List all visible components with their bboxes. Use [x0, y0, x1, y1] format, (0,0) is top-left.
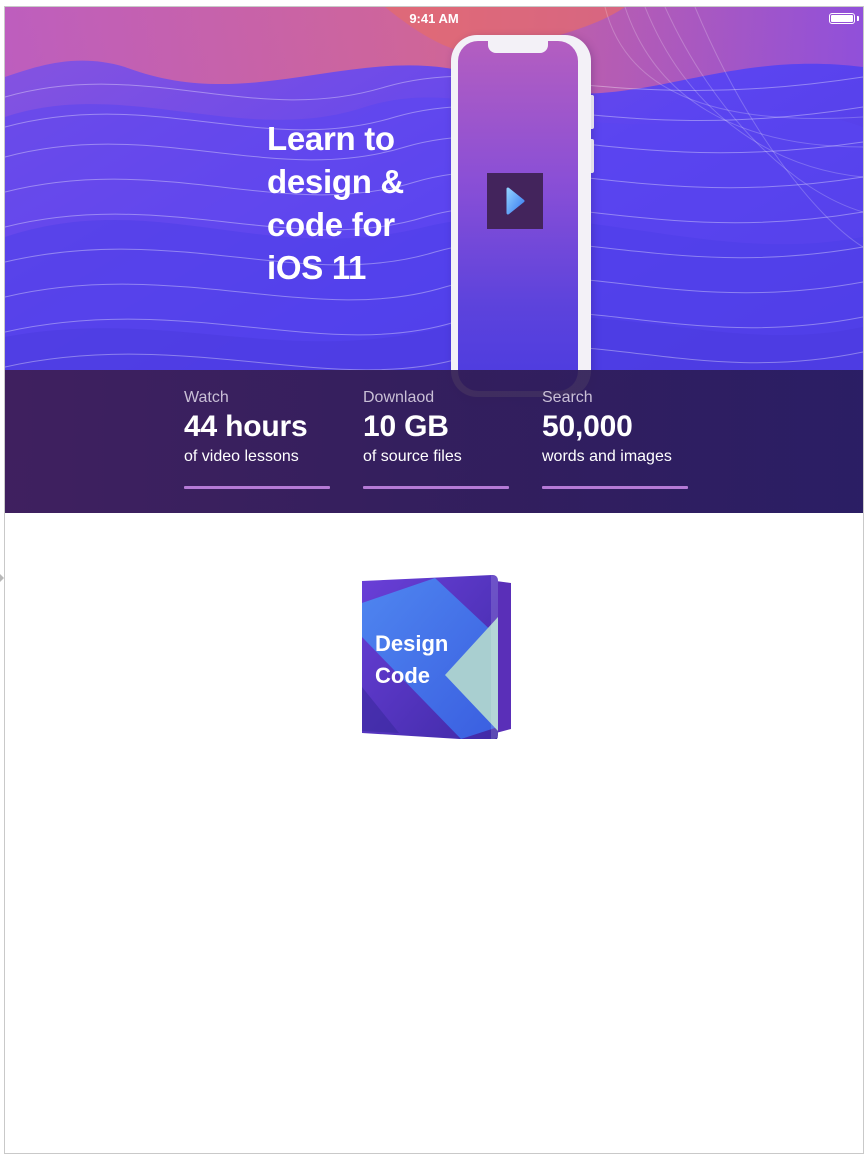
edge-marker-icon — [0, 574, 4, 582]
stat-underline — [363, 486, 509, 489]
stats-bar: Watch 44 hours of video lessons Downlaod… — [5, 370, 863, 513]
hero-headline: Learn to design & code for iOS 11 — [267, 117, 467, 289]
play-video-button[interactable] — [487, 173, 543, 229]
phone-notch — [488, 41, 548, 53]
headline-line: iOS 11 — [267, 249, 367, 286]
stat-value: 44 hours — [184, 410, 308, 443]
status-time: 9:41 AM — [409, 11, 459, 26]
stat-description: words and images — [542, 448, 672, 465]
stat-value: 50,000 — [542, 410, 633, 443]
battery-icon — [829, 13, 855, 24]
design-code-book-logo: Design Code — [362, 575, 511, 739]
stat-watch: Watch 44 hours of video lessons — [184, 388, 330, 489]
headline-line: Learn to — [267, 120, 395, 157]
stat-label: Search — [542, 389, 593, 406]
phone-side-button — [591, 95, 594, 129]
app-window: 9:41 AM Learn to design & code for iOS 1… — [4, 6, 864, 1154]
logo-text-line2: Code — [375, 663, 430, 688]
play-triangle-icon — [506, 187, 525, 215]
stat-value: 10 GB — [363, 410, 449, 443]
headline-line: code for — [267, 206, 395, 243]
stat-label: Downlaod — [363, 389, 435, 406]
stat-description: of source files — [363, 448, 462, 465]
stat-underline — [542, 486, 688, 489]
stat-underline — [184, 486, 330, 489]
phone-side-button — [591, 139, 594, 173]
stat-label: Watch — [184, 389, 229, 406]
hero-section: 9:41 AM Learn to design & code for iOS 1… — [5, 7, 863, 513]
stat-search: Search 50,000 words and images — [542, 388, 688, 489]
stat-download: Downlaod 10 GB of source files — [363, 388, 509, 489]
status-bar: 9:41 AM — [5, 7, 863, 31]
stat-description: of video lessons — [184, 448, 299, 465]
logo-text-line1: Design — [375, 631, 448, 656]
battery-tip — [857, 16, 859, 21]
headline-line: design & — [267, 163, 404, 200]
